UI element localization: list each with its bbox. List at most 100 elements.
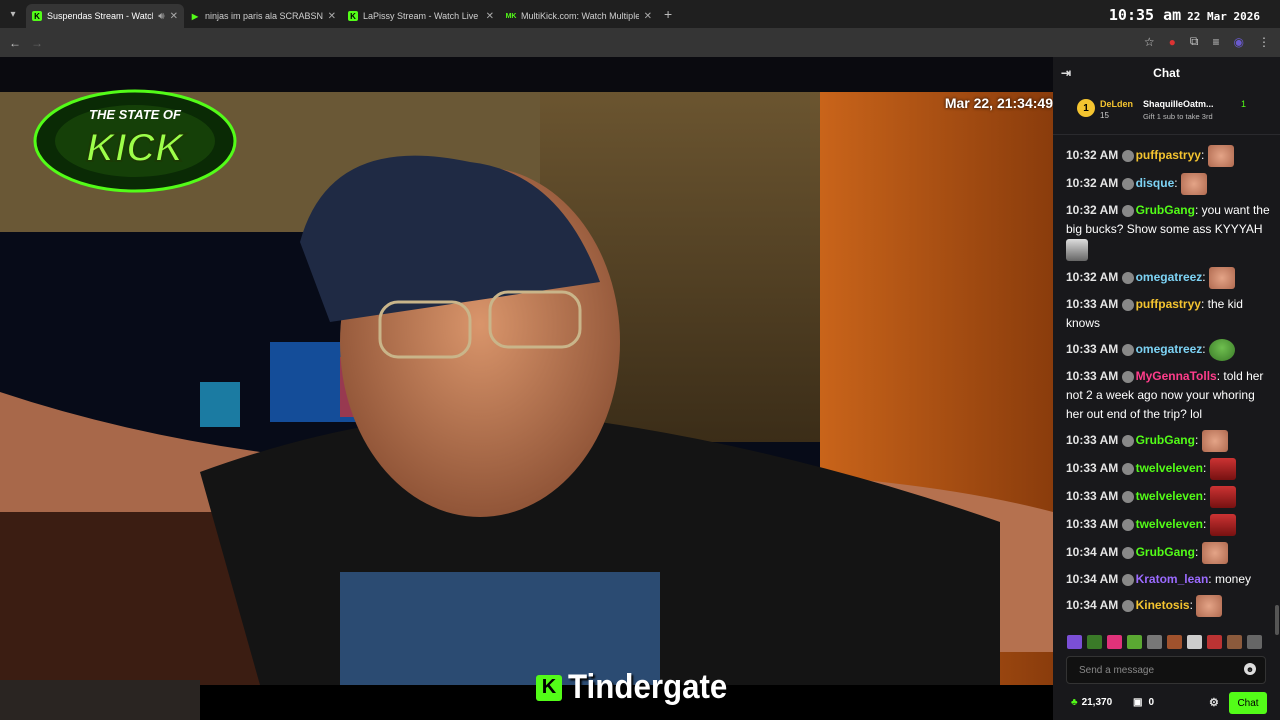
kick-favicon-icon: K bbox=[348, 11, 358, 21]
tab-close-icon[interactable]: ✕ bbox=[486, 11, 494, 22]
leader-count: 15 bbox=[1100, 111, 1109, 120]
tab-close-icon[interactable]: ✕ bbox=[328, 11, 336, 22]
chat-message: 10:34 AM GrubGang: bbox=[1066, 542, 1272, 564]
emote-icon[interactable] bbox=[1167, 635, 1182, 649]
stream-title: Tindergate bbox=[568, 668, 728, 706]
forward-icon[interactable]: → bbox=[26, 36, 48, 50]
emote-image bbox=[1208, 339, 1235, 361]
user-badge-icon bbox=[1121, 435, 1134, 447]
chat-settings-gear-icon[interactable]: ⚙ bbox=[1209, 696, 1219, 709]
emote-icon[interactable] bbox=[1207, 635, 1222, 649]
extension-icon[interactable]: ● bbox=[1169, 35, 1176, 49]
stream-title-overlay: K Tindergate bbox=[536, 668, 741, 707]
tab-close-icon[interactable]: ✕ bbox=[170, 11, 178, 22]
channel-points[interactable]: ♣ 21,370 bbox=[1071, 697, 1112, 708]
message-time: 10:33 AM bbox=[1066, 297, 1119, 311]
chat-message: 10:32 AM disque: bbox=[1066, 173, 1272, 195]
chat-input-placeholder: Send a message bbox=[1079, 664, 1155, 676]
clock-date: 22 Mar 2026 bbox=[1187, 10, 1260, 23]
emote-icon[interactable] bbox=[1127, 635, 1142, 649]
points-icon: ♣ bbox=[1071, 697, 1078, 708]
tab-suspendas[interactable]: K Suspendas Stream - Watch 🔊︎ ✕ bbox=[26, 4, 184, 28]
kick-logo-icon: K bbox=[536, 674, 562, 701]
send-chat-button[interactable]: Chat bbox=[1229, 692, 1267, 714]
message-username[interactable]: omegatreez bbox=[1136, 342, 1203, 356]
collapse-chat-icon[interactable]: ⇥ bbox=[1061, 66, 1071, 80]
emote-image bbox=[1201, 542, 1228, 564]
message-time: 10:32 AM bbox=[1066, 203, 1119, 217]
message-time: 10:33 AM bbox=[1066, 433, 1119, 448]
user-badge-icon bbox=[1121, 463, 1134, 475]
emote-image bbox=[1208, 267, 1235, 289]
profile-avatar-icon[interactable]: ◉ bbox=[1234, 35, 1244, 49]
emote-icon[interactable] bbox=[1187, 635, 1202, 649]
menu-kebab-icon[interactable]: ⋮ bbox=[1258, 35, 1270, 49]
chat-input[interactable]: Send a message ☻ bbox=[1066, 656, 1266, 684]
user-badge-icon bbox=[1121, 491, 1134, 503]
message-username[interactable]: puffpastryy bbox=[1136, 148, 1201, 162]
gift-counter[interactable]: ▣ 0 bbox=[1133, 697, 1154, 708]
rank-badge: 1 bbox=[1077, 99, 1095, 117]
message-username[interactable]: GrubGang bbox=[1136, 203, 1195, 217]
emote-icon[interactable] bbox=[1087, 635, 1102, 649]
puzzle-extensions-icon[interactable]: ⧉ bbox=[1190, 34, 1199, 49]
chat-footer: ♣ 21,370 ▣ 0 ⚙ Chat bbox=[1053, 689, 1280, 719]
message-username[interactable]: omegatreez bbox=[1136, 270, 1203, 284]
tab-search-icon[interactable]: ▾ bbox=[0, 0, 26, 28]
chat-panel: ⇥ Chat 1 DeLden 15 ShaquilleOatm... 1 Gi… bbox=[1053, 57, 1280, 720]
chat-message: 10:34 AM Kratom_lean: money bbox=[1066, 572, 1251, 586]
gift-icon: ▣ bbox=[1133, 697, 1143, 708]
chat-scrollbar[interactable] bbox=[1275, 605, 1279, 635]
emote-quick-bar bbox=[1067, 635, 1262, 649]
chat-message: 10:33 AM twelveleven: bbox=[1066, 514, 1272, 536]
message-username[interactable]: twelveleven bbox=[1136, 461, 1203, 475]
chat-message: 10:32 AM omegatreez: bbox=[1066, 267, 1272, 289]
emoji-picker-icon[interactable]: ☻ bbox=[1244, 663, 1256, 675]
message-time: 10:33 AM bbox=[1066, 342, 1119, 357]
user-badge-icon bbox=[1121, 573, 1134, 586]
message-time: 10:32 AM bbox=[1066, 148, 1119, 163]
emote-icon[interactable] bbox=[1147, 635, 1162, 649]
tab-ninjas[interactable]: ▶ ninjas im paris ala SCRABSNYC ✕ bbox=[184, 4, 342, 28]
message-username[interactable]: puffpastryy bbox=[1136, 297, 1201, 311]
tab-lapissy[interactable]: K LaPissy Stream - Watch Live on ✕ bbox=[342, 4, 500, 28]
video-player[interactable]: Mar 22, 21:34:49 THE STATE OF KICK bbox=[0, 57, 1053, 685]
emote-icon[interactable] bbox=[1227, 635, 1242, 649]
address-bar: ← → ☆ ● ⧉ ≡ ◉ ⋮ bbox=[0, 28, 1280, 57]
message-username[interactable]: Kratom_lean bbox=[1136, 572, 1209, 586]
emote-icon[interactable] bbox=[1247, 635, 1262, 649]
tab-close-icon[interactable]: ✕ bbox=[644, 11, 652, 22]
bookmark-star-icon[interactable]: ☆ bbox=[1144, 35, 1155, 49]
message-username[interactable]: GrubGang bbox=[1136, 433, 1195, 447]
emote-icon[interactable] bbox=[1067, 635, 1082, 649]
gift-leaderboard[interactable]: 1 DeLden 15 ShaquilleOatm... 1 Gift 1 su… bbox=[1053, 89, 1280, 135]
chat-message: 10:33 AM twelveleven: bbox=[1066, 486, 1272, 508]
message-time: 10:34 AM bbox=[1066, 545, 1119, 560]
video-timestamp: Mar 22, 21:34:49 bbox=[944, 95, 1053, 111]
chat-message: 10:32 AM GrubGang: you want the big buck… bbox=[1066, 201, 1272, 261]
new-tab-button[interactable]: + bbox=[664, 6, 672, 22]
message-username[interactable]: GrubGang bbox=[1136, 545, 1195, 559]
message-time: 10:34 AM bbox=[1066, 598, 1119, 613]
chat-message: 10:33 AM GrubGang: bbox=[1066, 430, 1272, 452]
back-icon[interactable]: ← bbox=[4, 36, 26, 50]
chat-message: 10:33 AM twelveleven: bbox=[1066, 458, 1272, 480]
message-username[interactable]: MyGennaTolls bbox=[1136, 369, 1217, 383]
emote-image bbox=[1207, 145, 1234, 167]
message-username[interactable]: twelveleven bbox=[1136, 489, 1203, 503]
message-username[interactable]: disque bbox=[1136, 176, 1175, 190]
emote-icon[interactable] bbox=[1107, 635, 1122, 649]
emote-image bbox=[1209, 458, 1236, 480]
tab-title: Suspendas Stream - Watch bbox=[47, 11, 154, 21]
message-username[interactable]: twelveleven bbox=[1136, 517, 1203, 531]
tab-multikick[interactable]: MK MultiKick.com: Watch Multiple ✕ bbox=[500, 4, 658, 28]
logo-main-text: KICK bbox=[86, 126, 187, 170]
reading-list-icon[interactable]: ≡ bbox=[1213, 35, 1220, 49]
speaker-icon[interactable]: 🔊︎ bbox=[158, 11, 164, 22]
points-value: 21,370 bbox=[1081, 697, 1113, 708]
emote-image bbox=[1196, 595, 1223, 617]
emote-image bbox=[1180, 173, 1207, 195]
message-username[interactable]: Kinetosis bbox=[1136, 598, 1190, 612]
play-favicon-icon: ▶ bbox=[191, 11, 199, 21]
message-time: 10:33 AM bbox=[1066, 489, 1119, 504]
